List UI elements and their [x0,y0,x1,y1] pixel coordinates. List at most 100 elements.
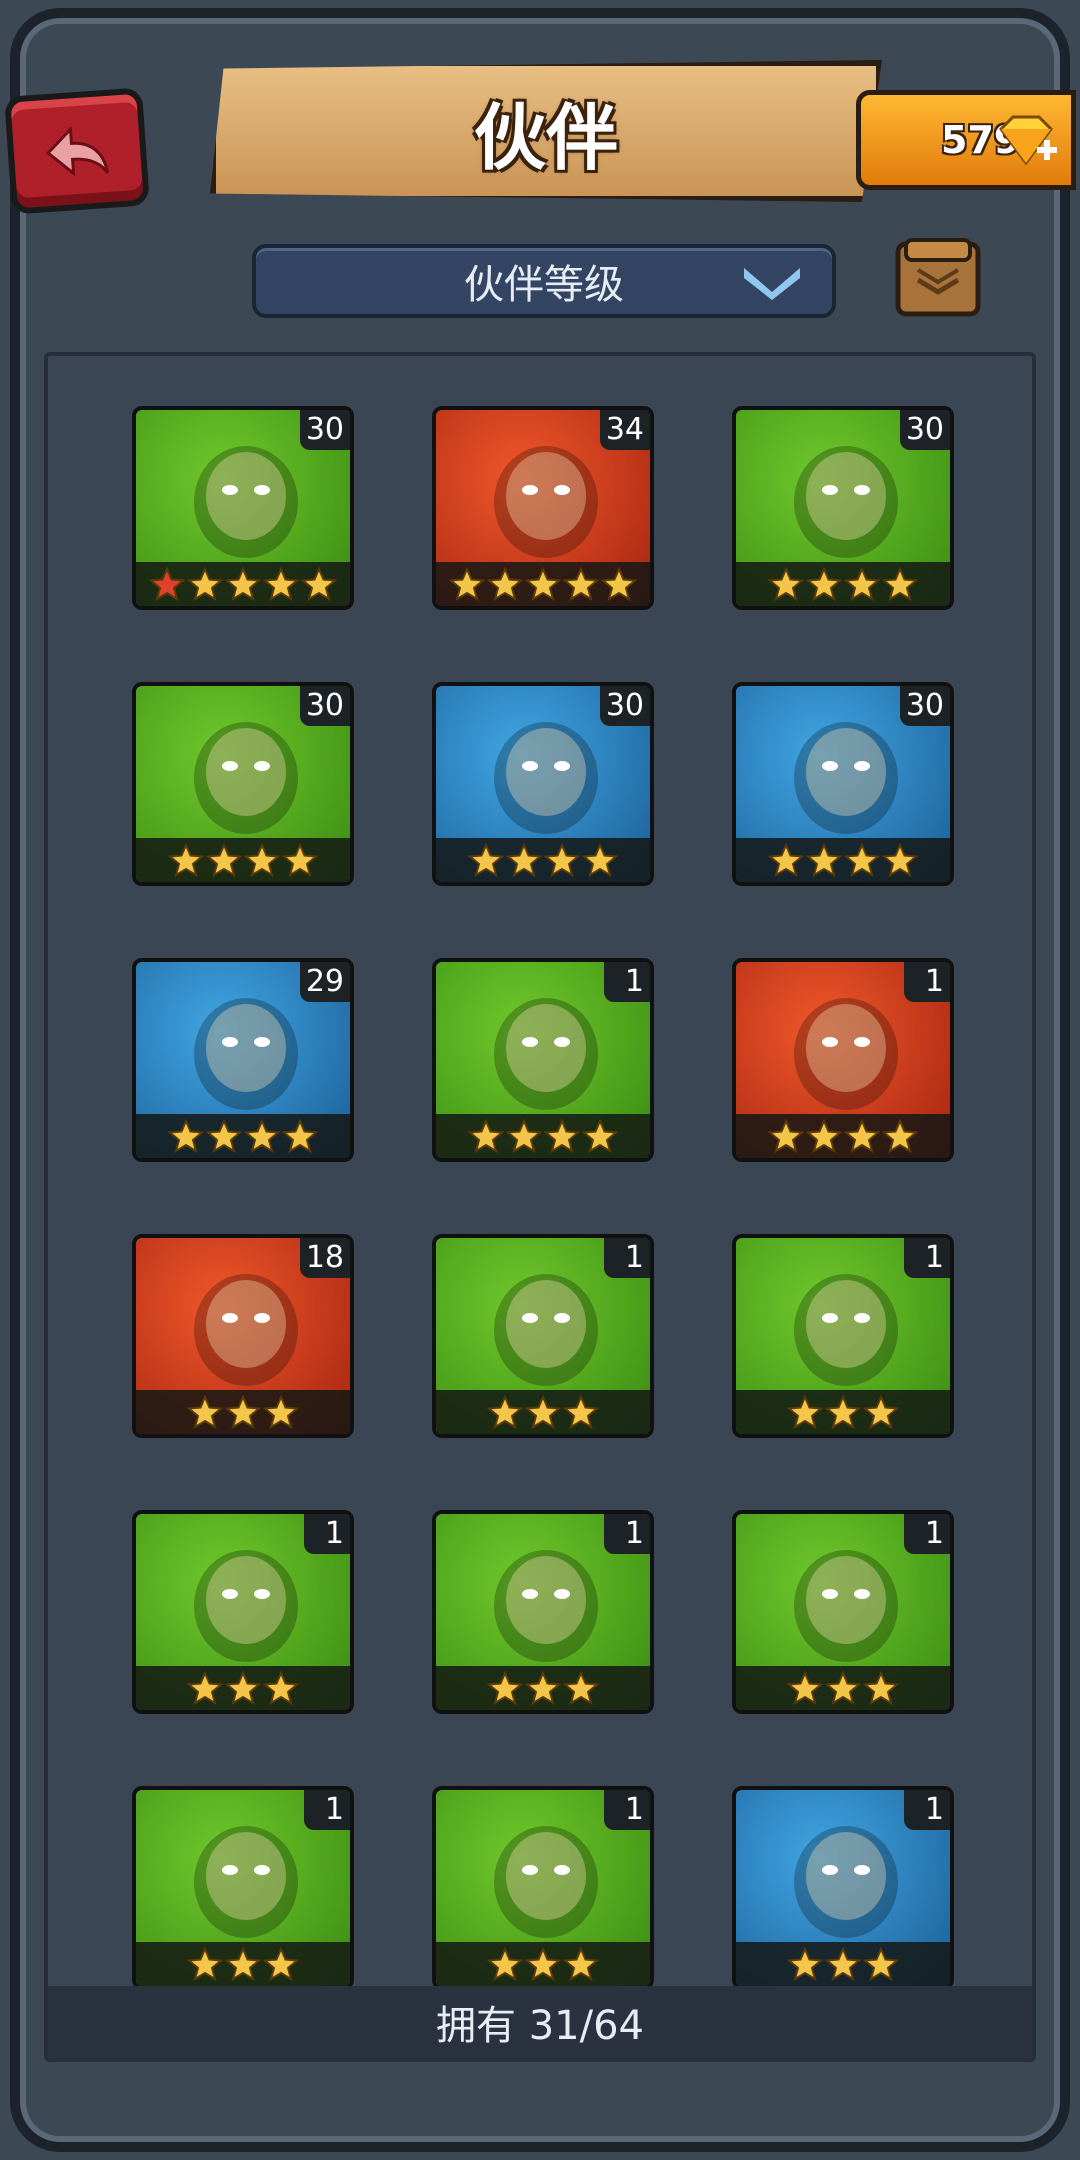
star-icon [768,567,804,601]
title-banner: 伙伴 [210,60,882,202]
star-icon [168,843,204,877]
partner-card[interactable]: 1 [732,1786,954,1990]
partner-level: 30 [299,686,350,726]
star-icon [563,1671,599,1705]
partner-card[interactable]: 1 [432,958,654,1162]
partner-level: 1 [304,1790,350,1830]
partner-portrait [494,1550,598,1662]
partner-portrait [494,722,598,834]
partner-level: 1 [904,1238,950,1278]
star-icon [487,1671,523,1705]
star-icon [468,843,504,877]
partner-portrait [494,998,598,1110]
star-icon [282,843,318,877]
partner-card[interactable]: 1 [432,1786,654,1990]
partner-card[interactable]: 30 [132,682,354,886]
sort-dropdown[interactable]: 伙伴等级 [252,244,836,318]
partner-stars [136,562,350,606]
partner-card[interactable]: 1 [432,1234,654,1438]
partner-card[interactable]: 30 [732,682,954,886]
partner-level: 1 [604,1238,650,1278]
partner-stars [736,1390,950,1434]
partner-card[interactable]: 34 [432,406,654,610]
chevron-down-icon [744,268,800,300]
partner-card[interactable]: 1 [732,958,954,1162]
star-icon [263,1395,299,1429]
partner-stars [436,1390,650,1434]
partner-stars [436,1942,650,1986]
star-icon [806,567,842,601]
partner-level: 18 [299,1238,350,1278]
star-icon [787,1947,823,1981]
star-icon [787,1671,823,1705]
partner-card[interactable]: 30 [132,406,354,610]
star-icon [768,843,804,877]
partner-stars [736,1666,950,1710]
star-icon [487,1947,523,1981]
partner-stars [736,1942,950,1986]
star-icon [301,567,337,601]
star-icon [187,1395,223,1429]
partner-card[interactable]: 1 [132,1510,354,1714]
partner-stars [736,562,950,606]
partner-portrait [794,1274,898,1386]
star-icon [844,1119,880,1153]
star-icon [582,843,618,877]
back-arrow-icon [45,125,110,177]
star-icon [601,567,637,601]
partner-card[interactable]: 1 [432,1510,654,1714]
star-icon [263,1671,299,1705]
star-icon [563,1947,599,1981]
star-icon [282,1119,318,1153]
partner-level: 30 [899,686,950,726]
partner-level: 29 [299,962,350,1002]
partner-card[interactable]: 29 [132,958,354,1162]
star-icon [563,567,599,601]
gem-counter-button[interactable]: 579 [856,90,1076,190]
partner-stars [436,1666,650,1710]
owned-count-bar: 拥有 31/64 [48,1986,1032,2058]
partner-stars [436,562,650,606]
partner-stars [436,1114,650,1158]
star-icon [525,1947,561,1981]
star-icon [244,1119,280,1153]
back-button[interactable] [4,87,150,215]
star-icon [487,567,523,601]
partner-card[interactable]: 1 [732,1234,954,1438]
star-icon [787,1395,823,1429]
star-icon [506,843,542,877]
partner-card[interactable]: 1 [132,1786,354,1990]
gem-add-icon [999,115,1057,166]
star-icon [525,567,561,601]
partner-card[interactable]: 1 [732,1510,954,1714]
partner-level: 1 [604,1790,650,1830]
partner-portrait [194,998,298,1110]
star-icon [225,1947,261,1981]
star-icon [825,1671,861,1705]
star-icon [806,843,842,877]
partner-portrait [494,1826,598,1938]
star-icon [863,1395,899,1429]
star-icon [506,1119,542,1153]
page-title: 伙伴 [473,95,618,180]
partner-card[interactable]: 18 [132,1234,354,1438]
star-icon [844,843,880,877]
partner-stars [136,1390,350,1434]
star-icon [149,567,185,601]
partner-portrait [194,1826,298,1938]
partner-portrait [194,446,298,558]
star-icon [263,567,299,601]
partner-card[interactable]: 30 [432,682,654,886]
handbook-icon[interactable] [894,236,982,320]
partner-level: 1 [904,1514,950,1554]
partner-portrait [794,722,898,834]
partner-level: 1 [604,1514,650,1554]
star-icon [882,1119,918,1153]
star-icon [487,1395,523,1429]
partner-portrait [194,722,298,834]
star-icon [582,1119,618,1153]
partner-portrait [794,1550,898,1662]
partner-level: 1 [604,962,650,1002]
partner-card[interactable]: 30 [732,406,954,610]
star-icon [206,1119,242,1153]
